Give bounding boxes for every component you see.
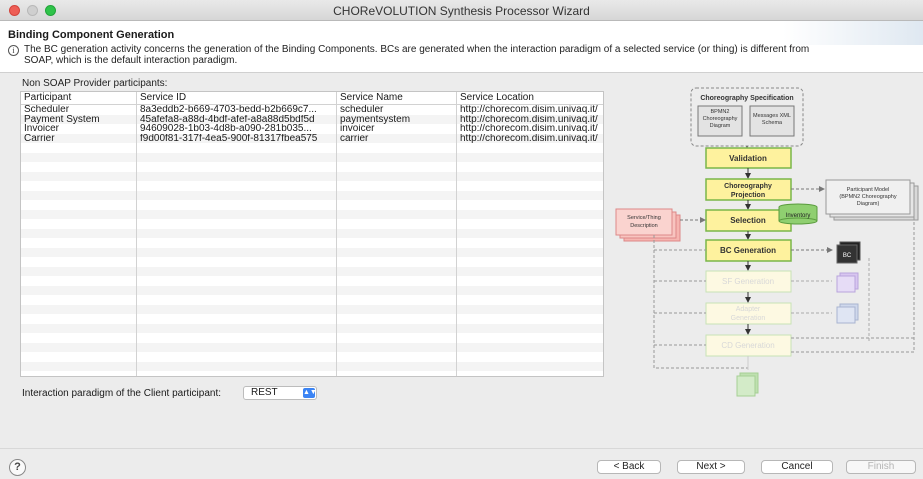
info-icon: i: [8, 45, 19, 56]
header-banner: [783, 21, 923, 45]
cell-participant: Invoicer: [21, 124, 137, 134]
cell-service-id: 45afefa8-a88d-4bdf-afef-a8a88d5bdf5d: [137, 114, 337, 124]
empty-row: [21, 219, 603, 229]
cell-service-name: invoicer: [337, 124, 457, 134]
cell-service-name: carrier: [337, 133, 457, 143]
page-description: The BC generation activity concerns the …: [24, 44, 810, 66]
page-title: Binding Component Generation: [8, 29, 175, 41]
paradigm-select-value: REST: [251, 387, 278, 398]
next-button[interactable]: Next >: [677, 460, 745, 474]
empty-row: [21, 352, 603, 362]
column-service-id[interactable]: Service ID: [137, 92, 337, 104]
participants-label: Non SOAP Provider participants:: [22, 78, 168, 89]
table-row[interactable]: Payment System 45afefa8-a88d-4bdf-afef-a…: [21, 114, 603, 124]
svg-text:(BPMN2 Choreography: (BPMN2 Choreography: [839, 194, 896, 200]
svg-text:Adapter: Adapter: [736, 306, 761, 313]
svg-text:Diagram): Diagram): [857, 201, 880, 207]
empty-row: [21, 342, 603, 352]
footer-divider: [0, 448, 923, 449]
empty-row: [21, 295, 603, 305]
window-title: CHOReVOLUTION Synthesis Processor Wizard: [333, 4, 590, 18]
help-button[interactable]: ?: [9, 459, 26, 476]
svg-text:BC Generation: BC Generation: [720, 246, 776, 255]
table-row[interactable]: Scheduler 8a3eddb2-b669-4703-bedd-b2b669…: [21, 105, 603, 115]
empty-row: [21, 371, 603, 376]
cell-participant: Payment System: [21, 114, 137, 124]
cell-service-name: paymentsystem: [337, 114, 457, 124]
svg-text:BC: BC: [843, 253, 852, 259]
empty-row: [21, 304, 603, 314]
svg-text:Projection: Projection: [731, 192, 765, 199]
svg-text:Selection: Selection: [730, 216, 766, 225]
empty-row: [21, 171, 603, 181]
empty-row: [21, 228, 603, 238]
cell-service-location: http://chorecom.disim.univaq.it/: [460, 114, 598, 124]
cell-service-location: http://chorecom.disim.univaq.it/: [460, 105, 598, 115]
empty-row: [21, 152, 603, 162]
empty-row: [21, 257, 603, 267]
cancel-button[interactable]: Cancel: [761, 460, 833, 474]
svg-text:Description: Description: [630, 223, 658, 229]
cell-service-location: http://chorecom.disim.univaq.it/: [460, 124, 598, 134]
table-row[interactable]: Carrier f9d00f81-317f-4ea5-900f-81317fbe…: [21, 133, 603, 143]
svg-text:Choreography: Choreography: [703, 116, 738, 122]
cell-service-id: 94609028-1b03-4d8b-a090-281b035...: [137, 124, 337, 134]
empty-row: [21, 323, 603, 333]
svg-text:Service/Thing: Service/Thing: [627, 215, 661, 221]
empty-row: [21, 238, 603, 248]
empty-row: [21, 190, 603, 200]
select-arrows-icon: ▲▼: [303, 388, 317, 398]
window-titlebar: CHOReVOLUTION Synthesis Processor Wizard: [0, 0, 923, 21]
cell-service-id: 8a3eddb2-b669-4703-bedd-b2b669c7...: [137, 105, 337, 115]
empty-row: [21, 266, 603, 276]
empty-row: [21, 333, 603, 343]
empty-row: [21, 209, 603, 219]
empty-row: [21, 143, 603, 153]
cell-service-location: http://chorecom.disim.univaq.it/: [460, 133, 598, 143]
paradigm-label: Interaction paradigm of the Client parti…: [22, 388, 221, 399]
cell-participant: Scheduler: [21, 105, 137, 115]
column-service-location[interactable]: Service Location: [457, 92, 603, 104]
svg-text:Schema: Schema: [762, 120, 783, 126]
empty-row: [21, 361, 603, 371]
process-diagram-svg: Choreography Specification BPMN2 Choreog…: [615, 87, 919, 397]
empty-row: [21, 276, 603, 286]
table-header: Participant Service ID Service Name Serv…: [21, 92, 603, 105]
svg-text:Inventory: Inventory: [786, 213, 811, 219]
empty-row: [21, 200, 603, 210]
empty-row: [21, 181, 603, 191]
empty-row: [21, 314, 603, 324]
back-button[interactable]: < Back: [597, 460, 661, 474]
wizard-header: Binding Component Generation i The BC ge…: [0, 21, 923, 73]
column-service-name[interactable]: Service Name: [337, 92, 457, 104]
svg-text:Generation: Generation: [731, 315, 766, 322]
svg-text:Diagram: Diagram: [710, 123, 731, 129]
column-participant[interactable]: Participant: [21, 92, 137, 104]
empty-row: [21, 285, 603, 295]
cell-participant: Carrier: [21, 133, 137, 143]
cell-service-name: scheduler: [337, 105, 457, 115]
svg-text:SF Generation: SF Generation: [722, 277, 774, 286]
table-row[interactable]: Invoicer 94609028-1b03-4d8b-a090-281b035…: [21, 124, 603, 134]
svg-text:Validation: Validation: [729, 154, 767, 163]
svg-text:CD Generation: CD Generation: [721, 341, 774, 350]
table-body: Scheduler 8a3eddb2-b669-4703-bedd-b2b669…: [21, 105, 603, 376]
spec-title: Choreography Specification: [700, 95, 793, 102]
svg-text:BPMN2: BPMN2: [711, 109, 730, 115]
participants-table: Participant Service ID Service Name Serv…: [20, 91, 604, 377]
svg-text:Messages XML: Messages XML: [753, 113, 791, 119]
paradigm-select[interactable]: REST ▲▼: [243, 386, 317, 400]
empty-row: [21, 162, 603, 172]
cell-service-id: f9d00f81-317f-4ea5-900f-81317fbea575: [137, 133, 337, 143]
finish-button[interactable]: Finish: [846, 460, 916, 474]
svg-text:Participant Model: Participant Model: [847, 187, 890, 193]
svg-text:Choreography: Choreography: [724, 183, 772, 190]
process-diagram: Choreography Specification BPMN2 Choreog…: [614, 80, 923, 400]
empty-row: [21, 247, 603, 257]
